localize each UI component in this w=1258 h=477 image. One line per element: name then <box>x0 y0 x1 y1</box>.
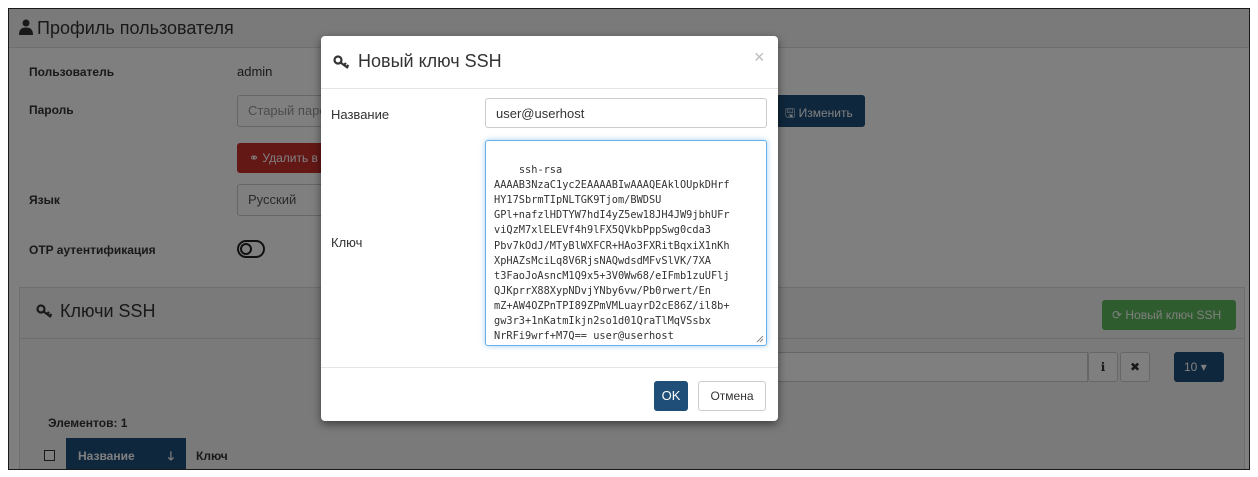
resize-grip-icon[interactable] <box>756 335 764 343</box>
close-icon[interactable]: × <box>754 48 765 66</box>
modal-header: Новый ключ SSH × <box>321 36 778 89</box>
key-icon <box>333 55 350 69</box>
modal-footer-divider <box>321 367 778 368</box>
key-label: Ключ <box>331 235 363 250</box>
ok-button[interactable]: OK <box>654 381 688 411</box>
modal-title: Новый ключ SSH <box>333 51 502 72</box>
new-ssh-key-modal: Новый ключ SSH × Название user@userhost … <box>321 36 778 421</box>
name-label: Название <box>331 107 390 122</box>
name-input[interactable]: user@userhost <box>485 98 767 128</box>
key-textarea[interactable]: ssh-rsa AAAAB3NzaC1yc2EAAAABIwAAAQEAklOU… <box>485 140 767 346</box>
cancel-button[interactable]: Отмена <box>698 381 766 411</box>
key-text: ssh-rsa AAAAB3NzaC1yc2EAAAABIwAAAQEAklOU… <box>494 164 730 343</box>
modal-title-text: Новый ключ SSH <box>358 51 502 71</box>
